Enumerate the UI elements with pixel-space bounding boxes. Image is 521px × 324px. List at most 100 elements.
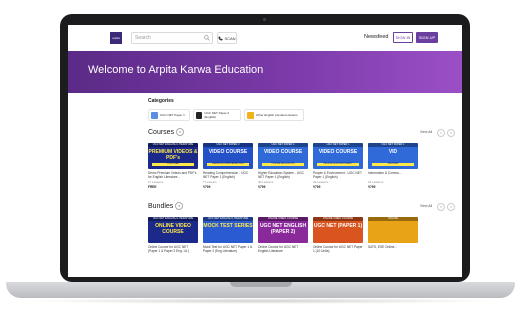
card-thumbnail[interactable]: ONLINE VIDEO COURSE UGC NET (PAPER 1)	[313, 217, 363, 243]
card-lessons: 40 Lessons	[258, 180, 274, 184]
bundles-title: Bundles 5	[148, 202, 184, 210]
category-thumbnail	[151, 111, 158, 119]
card-band: ONLINE VIDEO COURSE	[258, 217, 308, 221]
card-lessons: 22 Lessons	[313, 180, 329, 184]
card-title[interactable]: Reading Comprehension - UGC NET Paper 1 …	[203, 171, 253, 179]
card-subtitle: FOR FREE	[152, 163, 194, 166]
card-band: UGC NET PAPER 1	[258, 143, 308, 147]
laptop-lip	[230, 282, 292, 287]
card-title[interactable]: Online Course for UGC NET Paper 1 (10 Un…	[313, 245, 363, 253]
bundle-card[interactable]: ONLINE VIDEO COURSE UGC NET (PAPER 1) Onli…	[313, 217, 363, 254]
sign-in-button[interactable]: SIGN IN	[393, 32, 413, 43]
newsfeed-link[interactable]: Newsfeed	[364, 34, 388, 40]
card-thumbnail[interactable]: UGC NET ENGLISH LITERATURE PREMIUM VIDEOS…	[148, 143, 198, 169]
card-subtitle	[262, 237, 304, 240]
course-card[interactable]: UGC NET PAPER 1 VIDEO COURSE PEOPLE & ENVI…	[313, 143, 363, 189]
bundles-title-text: Bundles	[148, 202, 174, 210]
card-price: ₹799	[203, 185, 211, 189]
card-subtitle: READING COMPREHENSION	[207, 163, 249, 166]
course-card[interactable]: UGC NET PAPER 1 VIDEO COURSE HIGHER EDUCAT…	[258, 143, 308, 189]
category-thumbnail	[247, 111, 254, 119]
category-label: Other English Literature Exams	[256, 113, 298, 117]
card-thumbnail[interactable]: UGC NET PAPER 1 VIDEO COURSE HIGHER EDUCAT…	[258, 143, 308, 169]
laptop-shadow	[20, 298, 501, 304]
card-band: ONLINE	[368, 217, 418, 221]
card-thumbnail[interactable]: UGC NET ENGLISH LITERATURE MOCK TEST SERI…	[203, 217, 253, 243]
hero-banner: Welcome to Arpita Karwa Education	[68, 51, 462, 93]
camera-icon	[263, 18, 266, 21]
bundle-card[interactable]: UGC NET ENGLISH LITERATURE ONLINE VIDEO C…	[148, 217, 198, 254]
card-headline: VIDEO COURSE	[208, 149, 248, 155]
card-lessons: 7 Lessons	[203, 180, 217, 184]
card-subtitle	[317, 237, 359, 240]
card-band: UGC NET PAPER 1	[313, 143, 363, 147]
card-subtitle: PEOPLE & ENVIRONMENT	[317, 163, 359, 166]
course-card[interactable]: UGC NET PAPER 2 VIDEO COURSE READING COMPR…	[203, 143, 253, 189]
courses-title: Courses 5	[148, 128, 185, 136]
category-chip[interactable]: Other English Literature Exams	[244, 109, 304, 121]
course-card[interactable]: UGC NET PAPER 1 VID INFORMA Information & C…	[368, 143, 418, 189]
card-subtitle	[152, 237, 194, 240]
hero-title: Welcome to Arpita Karwa Education	[88, 64, 264, 76]
bundles-next-arrow[interactable]: >	[447, 203, 455, 211]
card-band: UGC NET ENGLISH LITERATURE	[148, 143, 198, 147]
card-headline: PREMIUM VIDEOS & PDF's	[148, 149, 198, 161]
logo[interactable]: arpita	[110, 32, 122, 44]
card-headline: VID	[388, 149, 398, 155]
bundle-card[interactable]: ONLINE VIDEO COURSE UGC NET ENGLISH (PAPE…	[258, 217, 308, 254]
scan-button[interactable]: SCAN	[217, 32, 237, 44]
card-title[interactable]: People & Environment - UGC NET Paper 1 (…	[313, 171, 363, 179]
card-title[interactable]: Online Course for UGC NET English Litera…	[258, 245, 308, 253]
bundles-view-all-link[interactable]: View All	[420, 204, 432, 208]
card-title[interactable]: Online Course for UGC NET (Paper 1 & Pap…	[148, 245, 198, 253]
card-price: ₹799	[313, 185, 321, 189]
search-input[interactable]: Search	[131, 32, 213, 44]
card-thumbnail[interactable]: UGC NET PAPER 1 VID INFORMA	[368, 143, 418, 169]
bundle-card[interactable]: ONLINE SATS, ESE Online...	[368, 217, 418, 254]
card-band: UGC NET ENGLISH LITERATURE	[203, 217, 253, 221]
card-headline: UGC NET (PAPER 1)	[313, 223, 363, 229]
bundles-prev-arrow[interactable]: <	[437, 203, 445, 211]
category-thumbnail	[196, 111, 203, 119]
card-band: UGC NET ENGLISH LITERATURE	[148, 217, 198, 221]
card-title[interactable]: Demo Premium Videos and PDF's for Englis…	[148, 171, 198, 179]
screen: arpita Search SCAN Newsfeed SIGN IN SIGN…	[68, 25, 462, 277]
courses-prev-arrow[interactable]: <	[437, 129, 445, 137]
course-card[interactable]: UGC NET ENGLISH LITERATURE PREMIUM VIDEOS…	[148, 143, 198, 189]
card-title[interactable]: Information & Commu...	[368, 171, 418, 179]
phone-icon	[218, 36, 223, 40]
card-thumbnail[interactable]: UGC NET ENGLISH LITERATURE ONLINE VIDEO C…	[148, 217, 198, 243]
card-thumbnail[interactable]: ONLINE	[368, 217, 418, 243]
card-subtitle	[207, 237, 249, 240]
scan-label: SCAN	[224, 35, 236, 41]
category-chip[interactable]: UGC NET Paper 2 (English)	[193, 109, 241, 121]
bundles-count-badge: 5	[175, 202, 184, 210]
card-headline: ONLINE VIDEO COURSE	[155, 223, 191, 235]
card-thumbnail[interactable]: UGC NET PAPER 2 VIDEO COURSE READING COMPR…	[203, 143, 253, 169]
card-headline: VIDEO COURSE	[263, 149, 303, 155]
card-price: ₹799	[368, 185, 376, 189]
card-subtitle: INFORMA	[372, 163, 414, 166]
courses-count-badge: 5	[176, 128, 185, 136]
card-headline: VIDEO COURSE	[318, 149, 358, 155]
card-headline: MOCK TEST SERIES	[203, 223, 253, 229]
card-subtitle: HIGHER EDUCATION	[262, 163, 304, 166]
card-thumbnail[interactable]: ONLINE VIDEO COURSE UGC NET ENGLISH (PAPE…	[258, 217, 308, 243]
card-price: FREE	[148, 185, 157, 189]
search-placeholder: Search	[135, 35, 151, 41]
card-title[interactable]: Mock Test for UGC NET Paper 1 & Paper 2 …	[203, 245, 253, 253]
courses-next-arrow[interactable]: >	[447, 129, 455, 137]
card-thumbnail[interactable]: UGC NET PAPER 1 VIDEO COURSE PEOPLE & ENVI…	[313, 143, 363, 169]
courses-view-all-link[interactable]: View All	[420, 130, 432, 134]
card-subtitle	[372, 237, 414, 240]
search-icon[interactable]	[204, 35, 210, 41]
bundle-card[interactable]: UGC NET ENGLISH LITERATURE MOCK TEST SERI…	[203, 217, 253, 254]
card-title[interactable]: SATS, ESE Online...	[368, 245, 418, 253]
sign-up-button[interactable]: SIGN UP	[416, 32, 438, 43]
card-band: ONLINE VIDEO COURSE	[313, 217, 363, 221]
card-title[interactable]: Higher Education System - UGC NET Paper …	[258, 171, 308, 179]
card-band: UGC NET PAPER 1	[368, 143, 418, 147]
card-headline: UGC NET ENGLISH (PAPER 2)	[259, 223, 307, 235]
category-chip[interactable]: UGC NET Paper 1	[148, 109, 190, 121]
card-lessons: 31 Lessons	[368, 180, 384, 184]
